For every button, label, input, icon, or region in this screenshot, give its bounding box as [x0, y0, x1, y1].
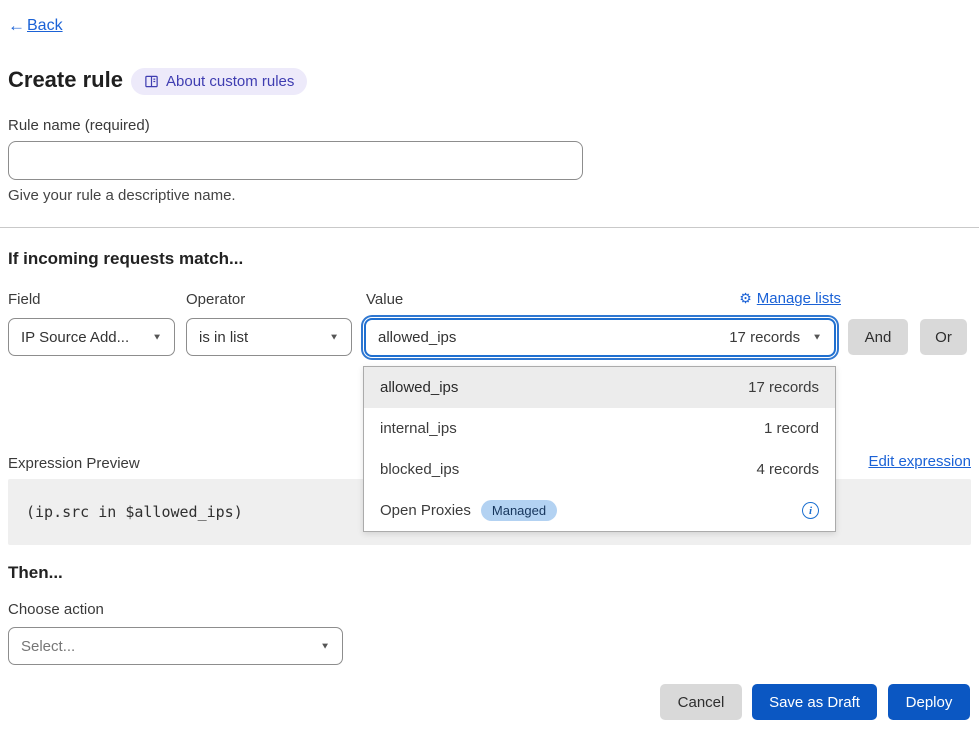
then-section-heading: Then...: [8, 563, 63, 583]
managed-badge: Managed: [481, 500, 557, 521]
or-button[interactable]: Or: [920, 319, 967, 355]
list-dropdown-panel: allowed_ips 17 records internal_ips 1 re…: [363, 366, 836, 532]
list-item-name: allowed_ips: [380, 379, 458, 396]
back-arrow-icon: ←: [8, 16, 25, 36]
operator-select-value: is in list: [199, 329, 248, 346]
gear-icon: ⚙: [739, 290, 752, 307]
dropdown-item-blocked-ips[interactable]: blocked_ips 4 records: [364, 449, 835, 490]
manage-lists-link[interactable]: ⚙ Manage lists: [739, 290, 841, 307]
about-badge-label: About custom rules: [166, 73, 294, 90]
about-custom-rules-badge[interactable]: About custom rules: [131, 68, 307, 95]
section-divider: [0, 227, 979, 228]
list-item-records: 1 record: [764, 420, 819, 437]
value-select-records: 17 records: [729, 329, 800, 346]
and-button[interactable]: And: [848, 319, 908, 355]
value-select[interactable]: allowed_ips 17 records ▼: [364, 318, 836, 357]
field-select-value: IP Source Add...: [21, 329, 129, 346]
value-label: Value: [366, 291, 403, 308]
dropdown-item-allowed-ips[interactable]: allowed_ips 17 records: [364, 367, 835, 408]
rule-name-label: Rule name (required): [8, 117, 150, 134]
info-icon[interactable]: i: [802, 502, 819, 519]
expression-code: (ip.src in $allowed_ips): [26, 503, 243, 521]
operator-select[interactable]: is in list ▼: [186, 318, 352, 356]
list-item-name: internal_ips: [380, 420, 457, 437]
match-section-heading: If incoming requests match...: [8, 249, 243, 269]
dropdown-item-open-proxies[interactable]: Open Proxies Managed i: [364, 490, 835, 531]
action-select[interactable]: Select... ▼: [8, 627, 343, 665]
chevron-down-icon: ▼: [320, 641, 330, 650]
list-item-records: 17 records: [748, 379, 819, 396]
value-select-value: allowed_ips: [378, 329, 456, 346]
deploy-button[interactable]: Deploy: [888, 684, 970, 720]
rule-name-helper: Give your rule a descriptive name.: [8, 187, 236, 204]
chevron-down-icon: ▼: [329, 332, 339, 341]
rule-name-input[interactable]: [8, 141, 583, 180]
cancel-button[interactable]: Cancel: [660, 684, 742, 720]
field-label: Field: [8, 291, 41, 308]
field-select[interactable]: IP Source Add... ▼: [8, 318, 175, 356]
save-as-draft-button[interactable]: Save as Draft: [752, 684, 877, 720]
edit-expression-link[interactable]: Edit expression: [868, 453, 971, 470]
expression-preview-label: Expression Preview: [8, 455, 140, 472]
list-item-name: blocked_ips: [380, 461, 459, 478]
back-link[interactable]: ←Back: [8, 16, 63, 36]
action-select-placeholder: Select...: [21, 638, 75, 655]
book-icon: [144, 74, 159, 89]
page-title: Create rule: [8, 67, 123, 93]
chevron-down-icon: ▼: [812, 333, 822, 342]
chevron-down-icon: ▼: [152, 332, 162, 341]
choose-action-label: Choose action: [8, 601, 104, 618]
list-item-name: Open Proxies: [380, 502, 471, 519]
operator-label: Operator: [186, 291, 245, 308]
dropdown-item-internal-ips[interactable]: internal_ips 1 record: [364, 408, 835, 449]
list-item-records: 4 records: [756, 461, 819, 478]
